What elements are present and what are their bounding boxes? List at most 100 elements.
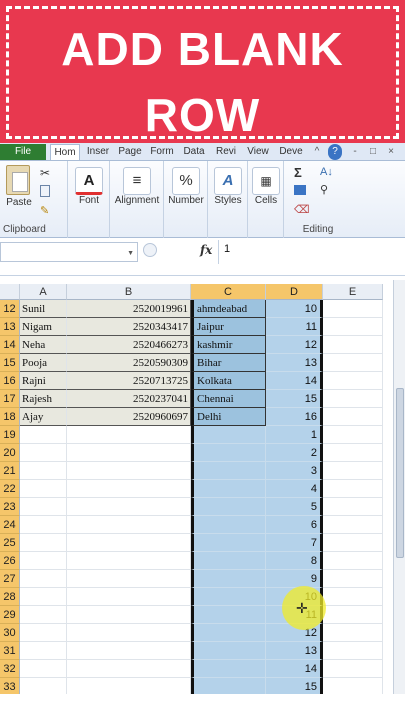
cell-index[interactable]: 15 [266, 678, 323, 694]
name-box-dropdown-icon[interactable]: ▼ [127, 250, 134, 257]
cell-name[interactable]: Rajni [20, 372, 67, 390]
cell-city[interactable] [191, 660, 266, 678]
window-close-icon[interactable]: × [384, 144, 398, 160]
window-minimize-icon[interactable]: - [348, 144, 362, 160]
cell-name[interactable] [20, 498, 67, 516]
cell-number[interactable]: 2520713725 [67, 372, 191, 390]
styles-icon[interactable]: A [214, 167, 242, 195]
cell-number[interactable] [67, 480, 191, 498]
cell-number[interactable] [67, 570, 191, 588]
row-header[interactable]: 23 [0, 498, 20, 516]
cell-city[interactable] [191, 426, 266, 444]
select-all-corner[interactable] [0, 284, 20, 300]
cell-number[interactable] [67, 642, 191, 660]
clear-icon[interactable]: ⌫ [294, 203, 310, 216]
cell-index[interactable]: 12 [266, 336, 323, 354]
cell-empty[interactable] [323, 444, 383, 462]
tab-page-layout[interactable]: Page [116, 144, 144, 160]
cell-city[interactable]: Bihar [191, 354, 266, 372]
cell-index[interactable]: 2 [266, 444, 323, 462]
cell-city[interactable]: Kolkata [191, 372, 266, 390]
cell-name[interactable]: Nigam [20, 318, 67, 336]
tab-insert[interactable]: Inser [84, 144, 112, 160]
cell-number[interactable]: 2520019961 [67, 300, 191, 318]
tab-review[interactable]: Revi [212, 144, 240, 160]
cell-index[interactable]: 11 [266, 318, 323, 336]
row-header[interactable]: 20 [0, 444, 20, 462]
cell-city[interactable]: ahmdeabad [191, 300, 266, 318]
cell-index[interactable]: 8 [266, 552, 323, 570]
cell-city[interactable] [191, 606, 266, 624]
cells-button[interactable]: Cells [248, 195, 284, 206]
cell-empty[interactable] [323, 606, 383, 624]
format-painter-icon[interactable]: ✎ [40, 204, 49, 217]
column-header-a[interactable]: A [20, 284, 67, 300]
tab-data[interactable]: Data [180, 144, 208, 160]
cell-city[interactable] [191, 516, 266, 534]
row-header[interactable]: 14 [0, 336, 20, 354]
row-header[interactable]: 18 [0, 408, 20, 426]
row-header[interactable]: 12 [0, 300, 20, 318]
cell-index[interactable]: 10 [266, 300, 323, 318]
cell-city[interactable] [191, 678, 266, 694]
cell-index[interactable]: 6 [266, 516, 323, 534]
tab-view[interactable]: View [244, 144, 272, 160]
row-header[interactable]: 27 [0, 570, 20, 588]
help-icon[interactable]: ? [328, 144, 342, 160]
styles-button[interactable]: Styles [208, 195, 248, 206]
cell-name[interactable] [20, 426, 67, 444]
cell-empty[interactable] [323, 588, 383, 606]
tab-developer[interactable]: Deve [276, 144, 306, 160]
fill-icon[interactable] [294, 185, 306, 195]
vertical-scrollbar[interactable] [393, 280, 405, 694]
cell-number[interactable] [67, 552, 191, 570]
cell-empty[interactable] [323, 354, 383, 372]
column-header-c[interactable]: C [191, 284, 266, 300]
cell-city[interactable] [191, 642, 266, 660]
cell-empty[interactable] [323, 552, 383, 570]
cell-name[interactable] [20, 660, 67, 678]
row-header[interactable]: 31 [0, 642, 20, 660]
cell-number[interactable] [67, 588, 191, 606]
alignment-icon[interactable]: ≡ [123, 167, 151, 195]
cell-name[interactable] [20, 516, 67, 534]
cell-empty[interactable] [323, 480, 383, 498]
number-button[interactable]: Number [164, 195, 208, 206]
cell-empty[interactable] [323, 372, 383, 390]
cell-empty[interactable] [323, 318, 383, 336]
cell-number[interactable] [67, 498, 191, 516]
cell-name[interactable] [20, 480, 67, 498]
row-header[interactable]: 28 [0, 588, 20, 606]
row-header[interactable]: 26 [0, 552, 20, 570]
cell-name[interactable]: Ajay [20, 408, 67, 426]
cell-index[interactable]: 4 [266, 480, 323, 498]
cell-city[interactable]: Chennai [191, 390, 266, 408]
cell-index[interactable]: 3 [266, 462, 323, 480]
cell-name[interactable]: Neha [20, 336, 67, 354]
cell-index[interactable]: 1 [266, 426, 323, 444]
cell-city[interactable] [191, 462, 266, 480]
cell-empty[interactable] [323, 336, 383, 354]
cell-city[interactable] [191, 534, 266, 552]
cell-number[interactable] [67, 624, 191, 642]
cell-number[interactable] [67, 426, 191, 444]
row-header[interactable]: 33 [0, 678, 20, 694]
cell-number[interactable] [67, 660, 191, 678]
row-header[interactable]: 21 [0, 462, 20, 480]
paste-button[interactable]: Paste [2, 197, 36, 208]
cell-empty[interactable] [323, 624, 383, 642]
cell-number[interactable]: 2520237041 [67, 390, 191, 408]
alignment-button[interactable]: Alignment [110, 195, 164, 206]
cell-city[interactable] [191, 570, 266, 588]
formula-bar-button[interactable] [143, 243, 157, 257]
cell-number[interactable]: 2520960697 [67, 408, 191, 426]
cell-number[interactable] [67, 516, 191, 534]
cell-index[interactable]: 14 [266, 372, 323, 390]
cell-index[interactable]: 13 [266, 354, 323, 372]
cell-empty[interactable] [323, 642, 383, 660]
row-header[interactable]: 32 [0, 660, 20, 678]
row-header[interactable]: 24 [0, 516, 20, 534]
cell-name[interactable] [20, 624, 67, 642]
cell-name[interactable] [20, 552, 67, 570]
scrollbar-thumb[interactable] [396, 388, 404, 558]
